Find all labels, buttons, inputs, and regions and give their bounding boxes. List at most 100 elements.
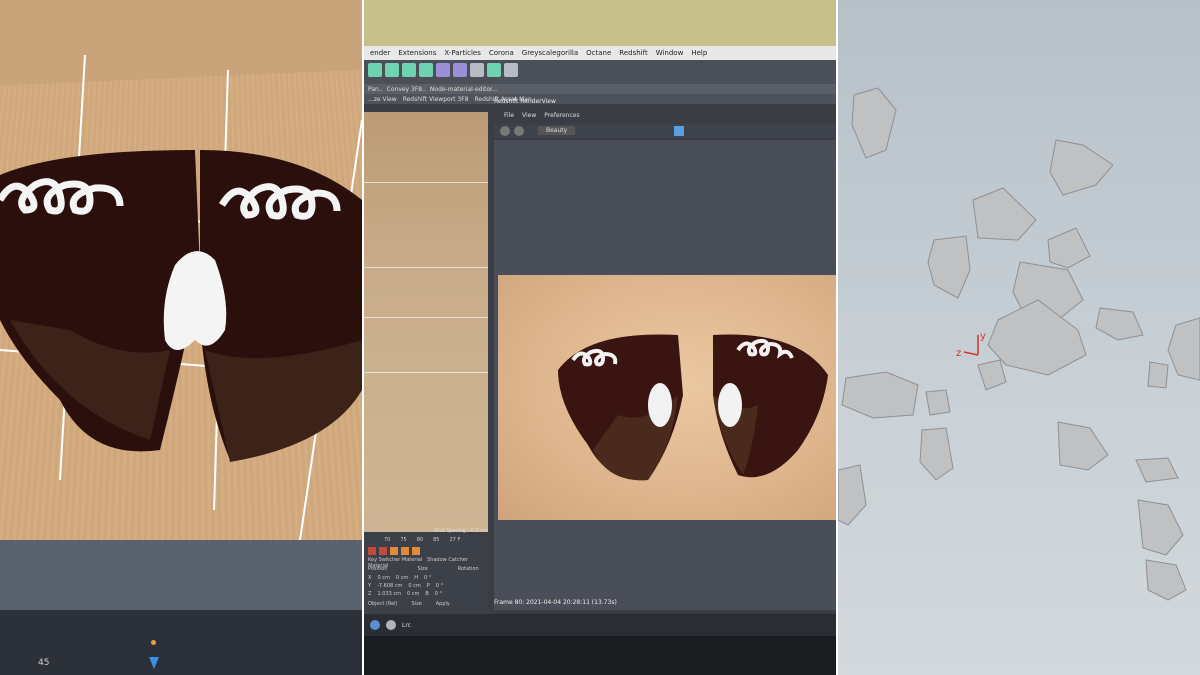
rock-fragment (987, 299, 1087, 376)
renderview-menu: File View Preferences (504, 112, 580, 119)
attr-row-z: Z 1.033 cm 0 cm B 0 ° (368, 591, 442, 597)
timeline-bar (0, 610, 362, 675)
menu-item[interactable]: Window (656, 49, 684, 57)
rock-fragment (972, 187, 1037, 241)
camera-tool-icon[interactable] (470, 63, 484, 77)
menu-item[interactable]: Extensions (398, 49, 436, 57)
attr-header: Size (417, 566, 428, 572)
cube-tool-icon[interactable] (368, 63, 382, 77)
position-field[interactable]: 0 cm (377, 575, 389, 581)
aov-dropdown[interactable]: Beauty (538, 126, 576, 135)
menu-item[interactable]: Greyscalegorilla (522, 49, 578, 57)
menu-item[interactable]: Redshift (619, 49, 647, 57)
light-tool-icon[interactable] (487, 63, 501, 77)
deformer-tool-icon[interactable] (419, 63, 433, 77)
monitor-bezel (364, 0, 836, 46)
rotation-field[interactable]: 0 ° (436, 583, 443, 589)
axis-z-label: z (956, 348, 961, 359)
renderview-menu-item[interactable]: Preferences (544, 112, 579, 119)
cloner-tool-icon[interactable] (453, 63, 467, 77)
play-icon[interactable] (500, 126, 510, 136)
attr-header: Rotation (457, 566, 479, 572)
taskbar-app-icon[interactable] (370, 620, 380, 630)
timeline-number: 70 (384, 537, 391, 543)
apply-button[interactable]: Apply (436, 601, 450, 607)
attr-header: Position (368, 566, 388, 572)
monitor-bezel-bottom (364, 636, 836, 675)
keyframe-dot (151, 640, 156, 645)
axis-label: Z (368, 591, 372, 597)
spline-tool-icon[interactable] (385, 63, 399, 77)
grid-spacing-label: Grid Spacing : 0.5 cm (434, 528, 488, 534)
renderview-menu-item[interactable]: File (504, 112, 514, 119)
frame-info: Frame 80: 2021-04-04 20:28:11 (13.73s) (494, 599, 617, 606)
timeline-number: 85 (433, 537, 440, 543)
doc-tab[interactable]: Node-material-editor... (430, 86, 498, 93)
size-field[interactable]: 0 cm (407, 591, 419, 597)
document-tabs: Pan.. Convey 3F8.. Node-material-editor.… (364, 84, 836, 94)
autokey-icon[interactable] (379, 547, 387, 555)
snapshot-icon[interactable] (674, 126, 684, 136)
rock-fragment (841, 371, 919, 419)
rock-fragment (1095, 307, 1144, 341)
position-field[interactable]: -7.608 cm (377, 583, 402, 589)
keyframe-icon[interactable] (390, 547, 398, 555)
rotation-field[interactable]: 0 ° (435, 591, 442, 597)
main-toolbar (364, 60, 836, 84)
rock-fragment (851, 87, 897, 159)
taskbar-label[interactable]: Lrc (402, 622, 411, 629)
size-field[interactable]: 0 cm (408, 583, 420, 589)
playhead-marker[interactable] (149, 657, 159, 669)
rock-fragment (1049, 139, 1114, 196)
menu-item[interactable]: Help (691, 49, 707, 57)
refresh-icon[interactable] (514, 126, 524, 136)
attr-row-x: X 0 cm 0 cm H 0 ° (368, 575, 431, 581)
size-field[interactable]: 0 cm (396, 575, 408, 581)
field-tool-icon[interactable] (436, 63, 450, 77)
attr-row-y: Y -7.608 cm 0 cm P 0 ° (368, 583, 443, 589)
grid-line (364, 267, 488, 268)
object-mode-dropdown[interactable]: Object (Rel) (368, 601, 398, 607)
axis-label: X (368, 575, 372, 581)
editor-viewport[interactable] (364, 112, 488, 532)
menu-item[interactable]: ender (370, 49, 390, 57)
rock-fragment (927, 235, 971, 299)
menu-item[interactable]: X-Particles (444, 49, 480, 57)
rotation-field[interactable]: 0 ° (424, 575, 431, 581)
rock-fragment (1167, 317, 1200, 381)
menu-item[interactable]: Corona (489, 49, 514, 57)
view-tab[interactable]: ...ze View (368, 96, 397, 103)
view-tabs: ...ze View Redshift Viewport 3F8 Redshif… (364, 94, 836, 104)
rock-fragment (977, 359, 1007, 391)
view-tab[interactable]: Redshift Viewport 3F8 (403, 96, 469, 103)
renderview-title: Redshift RenderView (494, 98, 556, 105)
grid-line (364, 182, 488, 183)
motion-icon[interactable] (401, 547, 409, 555)
rock-fragment (838, 464, 867, 526)
rock-fragment (1047, 227, 1091, 269)
renderview-menu-item[interactable]: View (522, 112, 536, 119)
render-tool-icon[interactable] (504, 63, 518, 77)
taskbar-app-icon[interactable] (386, 620, 396, 630)
timeline-numbers: 70 75 80 85 27 F (384, 537, 460, 543)
playback-controls (368, 547, 420, 555)
scale-key-icon[interactable] (412, 547, 420, 555)
rock-fragment (1147, 361, 1169, 389)
record-icon[interactable] (368, 547, 376, 555)
grid-line (364, 317, 488, 318)
doc-tab[interactable]: Pan.. (368, 86, 383, 93)
menu-item[interactable]: Octane (586, 49, 611, 57)
size-mode-dropdown[interactable]: Size (412, 601, 422, 607)
doc-tab[interactable]: Convey 3F8.. (387, 86, 426, 93)
render-cream-right (718, 383, 742, 427)
attr-headers: Position Size Rotation (368, 566, 479, 572)
generator-tool-icon[interactable] (402, 63, 416, 77)
axis-label: Y (368, 583, 372, 589)
render-cream-left (648, 383, 672, 427)
rock-fragment (919, 427, 954, 481)
cinema4d-screen-photo: ender Extensions X-Particles Corona Grey… (364, 0, 836, 675)
position-field[interactable]: 1.033 cm (377, 591, 401, 597)
renderview-toolbar: Beauty (494, 124, 836, 138)
rotation-label: B (425, 591, 429, 597)
render-image (498, 275, 836, 520)
